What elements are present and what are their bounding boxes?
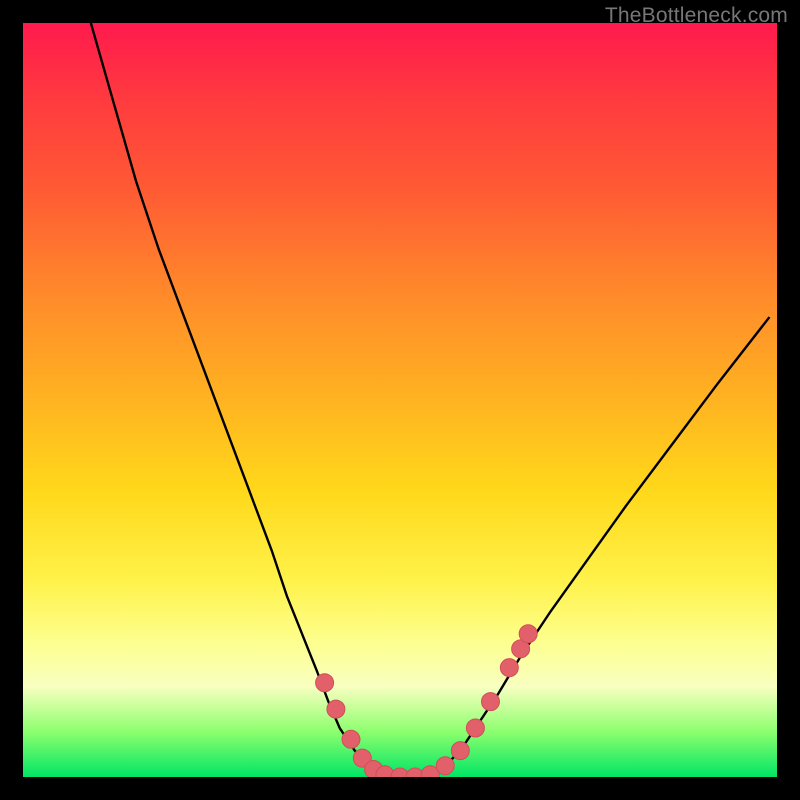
curve-marker: [436, 757, 454, 775]
curve-marker: [466, 719, 484, 737]
curve-marker: [481, 693, 499, 711]
curve-marker: [519, 625, 537, 643]
marker-group: [316, 625, 538, 777]
curve-marker: [451, 742, 469, 760]
watermark-text: TheBottleneck.com: [605, 4, 788, 28]
chart-svg: [23, 23, 777, 777]
curve-marker: [316, 674, 334, 692]
chart-plot-area: [23, 23, 777, 777]
curve-marker: [500, 659, 518, 677]
bottleneck-curve: [91, 23, 770, 777]
chart-frame: TheBottleneck.com: [0, 0, 800, 800]
curve-marker: [327, 700, 345, 718]
curve-marker: [342, 730, 360, 748]
